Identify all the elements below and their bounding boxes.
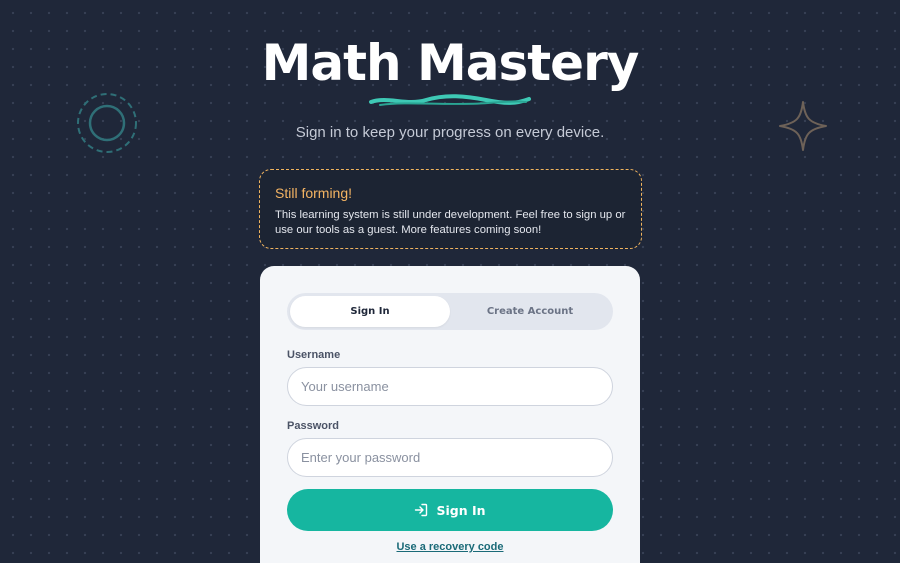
tab-create-account[interactable]: Create Account (450, 296, 610, 327)
sign-in-button[interactable]: Sign In (287, 489, 613, 531)
ring-icon (77, 93, 137, 153)
password-label: Password (287, 420, 339, 432)
username-input[interactable] (287, 367, 613, 406)
auth-card: Sign In Create Account Username Password… (260, 266, 640, 563)
brand-header: Math Mastery (0, 30, 900, 96)
notice-body: This learning system is still under deve… (275, 209, 626, 236)
login-arrow-icon (415, 503, 428, 517)
title-underline-squiggle (369, 94, 531, 106)
username-label: Username (287, 349, 341, 361)
auth-tabs: Sign In Create Account (287, 293, 613, 330)
recovery-code-link[interactable]: Use a recovery code (287, 541, 613, 553)
development-notice: Still forming! This learning system is s… (259, 169, 642, 249)
notice-title: Still forming! (275, 185, 353, 201)
tab-sign-in[interactable]: Sign In (290, 296, 450, 327)
sign-in-button-label: Sign In (436, 502, 486, 518)
subtitle: Sign in to keep your progress on every d… (295, 124, 605, 141)
app-title: Math Mastery (261, 34, 640, 92)
password-input[interactable] (287, 438, 613, 477)
